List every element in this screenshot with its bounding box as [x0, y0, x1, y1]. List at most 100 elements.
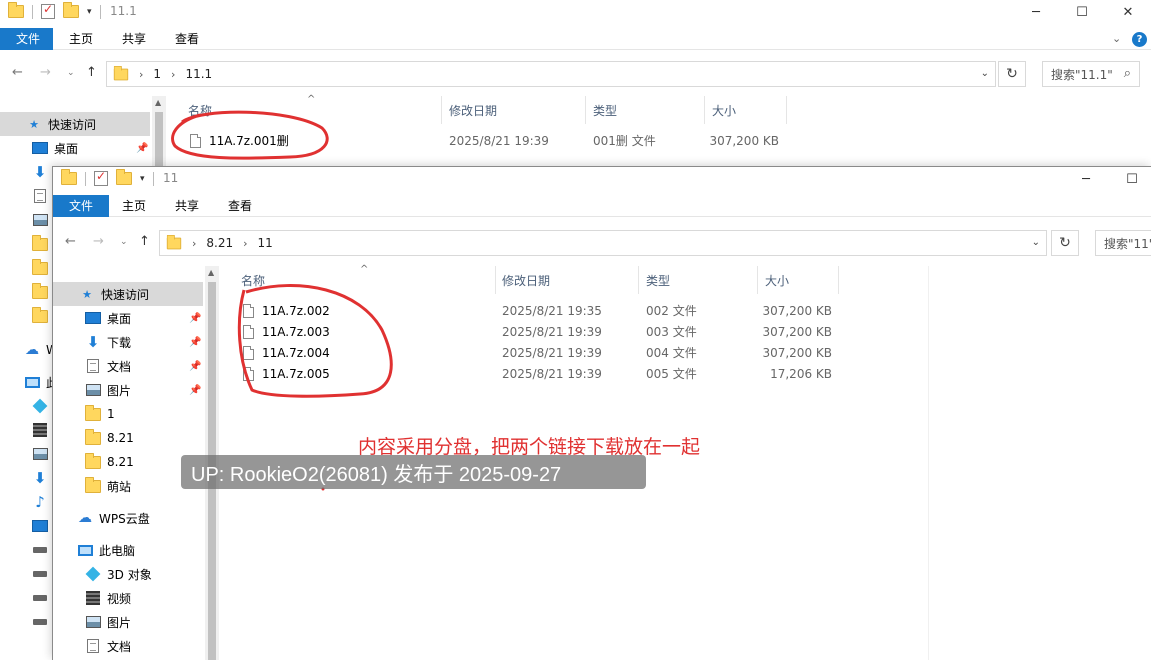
address-bar[interactable]: › 8.21 › 11 ⌄ — [159, 230, 1047, 256]
column-divider[interactable] — [704, 96, 705, 124]
tab-share[interactable]: 共享 — [163, 195, 211, 217]
recent-dropdown-icon[interactable]: ⌄ — [67, 68, 75, 78]
sidebar-item-drive[interactable] — [0, 610, 54, 634]
sidebar-item-pictures[interactable]: 图片 📌 — [53, 378, 203, 402]
quick-access-dropdown-icon[interactable]: ▾ — [140, 174, 145, 184]
sidebar-item-desktop[interactable]: 桌面 📌 — [53, 306, 203, 330]
column-divider[interactable] — [757, 266, 758, 294]
column-header-size[interactable]: 大小 — [712, 102, 736, 119]
column-header-modified[interactable]: 修改日期 — [502, 272, 550, 289]
table-row[interactable]: 11A.7z.003 2025/8/21 19:39 003 文件 307,20… — [219, 321, 1151, 342]
sidebar-item-quick-access[interactable]: ★ 快速访问 — [53, 282, 203, 306]
column-header-type[interactable]: 类型 — [593, 102, 617, 119]
sidebar-item-folder[interactable] — [0, 304, 54, 328]
sidebar-item-folder[interactable]: 1 — [53, 402, 115, 426]
column-header-name[interactable]: 名称 — [241, 272, 265, 289]
quick-access-dropdown-icon[interactable]: ▾ — [87, 7, 92, 17]
sidebar-item-folder[interactable] — [0, 232, 54, 256]
column-header-size[interactable]: 大小 — [765, 272, 789, 289]
sidebar-item-documents[interactable]: 文档 — [53, 634, 131, 658]
sidebar-item-downloads[interactable]: ⬇ — [0, 160, 54, 184]
search-icon[interactable]: ⌕ — [1124, 66, 1131, 81]
sidebar-item-documents[interactable]: 文档 📌 — [53, 354, 203, 378]
forward-arrow-icon[interactable]: → — [40, 65, 51, 80]
sidebar-item-pictures[interactable] — [0, 442, 54, 466]
scroll-up-icon[interactable]: ▲ — [155, 98, 161, 107]
sidebar-item-3d-objects[interactable]: 3D 对象 — [53, 562, 152, 586]
sidebar-item-this-pc[interactable]: 此 — [0, 370, 58, 394]
maximize-icon[interactable]: ☐ — [1059, 0, 1105, 24]
minimize-icon[interactable]: ─ — [1013, 0, 1059, 24]
sidebar-item-videos[interactable] — [0, 418, 54, 442]
sidebar-item-documents[interactable] — [0, 184, 54, 208]
properties-icon[interactable] — [94, 169, 108, 186]
up-arrow-icon[interactable]: ↑ — [139, 234, 150, 249]
table-row[interactable]: 11A.7z.004 2025/8/21 19:39 004 文件 307,20… — [219, 342, 1151, 363]
table-row[interactable]: 11A.7z.002 2025/8/21 19:35 002 文件 307,20… — [219, 300, 1151, 321]
refresh-button[interactable]: ↻ — [998, 61, 1026, 87]
table-row[interactable]: 11A.7z.005 2025/8/21 19:39 005 文件 17,206… — [219, 363, 1151, 384]
breadcrumb-item[interactable]: 1 — [153, 67, 161, 81]
forward-arrow-icon[interactable]: → — [93, 234, 104, 249]
help-icon[interactable]: ? — [1132, 32, 1147, 47]
sidebar-item-3d-objects[interactable] — [0, 394, 54, 418]
chevron-right-icon[interactable]: › — [171, 68, 175, 81]
sidebar-item-downloads[interactable]: ⬇ 下载 📌 — [53, 330, 203, 354]
breadcrumb-item[interactable]: 11.1 — [185, 67, 212, 81]
column-divider[interactable] — [838, 266, 839, 294]
pin-icon[interactable]: 📌 — [189, 337, 201, 348]
sidebar-item-folder[interactable]: 8.21 — [53, 426, 134, 450]
sidebar-item-folder[interactable] — [0, 256, 54, 280]
sidebar-item-quick-access[interactable]: ★ 快速访问 — [0, 112, 150, 136]
sidebar-item-music[interactable]: ♪ — [0, 490, 54, 514]
breadcrumb-item[interactable]: 11 — [258, 236, 273, 250]
address-dropdown-icon[interactable]: ⌄ — [981, 68, 989, 79]
column-divider[interactable] — [441, 96, 442, 124]
sidebar-item-wps-cloud[interactable]: ☁ WPS云盘 — [53, 506, 150, 530]
new-folder-icon[interactable] — [63, 2, 79, 18]
sidebar-item-this-pc[interactable]: 此电脑 — [53, 538, 135, 562]
column-divider[interactable] — [585, 96, 586, 124]
properties-icon[interactable] — [41, 2, 55, 19]
sidebar-item-downloads[interactable]: ⬇ — [0, 466, 54, 490]
sidebar-item-folder[interactable] — [0, 280, 54, 304]
column-header-type[interactable]: 类型 — [646, 272, 670, 289]
chevron-right-icon[interactable]: › — [243, 237, 247, 250]
sidebar-item-desktop[interactable] — [0, 514, 54, 538]
recent-dropdown-icon[interactable]: ⌄ — [120, 237, 128, 247]
refresh-button[interactable]: ↻ — [1051, 230, 1079, 256]
sidebar-item-pictures[interactable]: 图片 — [53, 610, 131, 634]
tab-file[interactable]: 文件 — [0, 28, 53, 50]
chevron-right-icon[interactable]: › — [139, 68, 143, 81]
column-header-name[interactable]: 名称 — [188, 102, 212, 119]
sidebar-item-folder[interactable]: 8.21 — [53, 450, 134, 474]
breadcrumb-item[interactable]: 8.21 — [206, 236, 233, 250]
tab-home[interactable]: 主页 — [57, 28, 105, 50]
sidebar-item-desktop[interactable]: 桌面 📌 — [0, 136, 150, 160]
sidebar-item-drive[interactable] — [0, 562, 54, 586]
tab-share[interactable]: 共享 — [110, 28, 158, 50]
tab-home[interactable]: 主页 — [110, 195, 158, 217]
sidebar-item-drive[interactable] — [0, 586, 54, 610]
address-dropdown-icon[interactable]: ⌄ — [1032, 237, 1040, 248]
scroll-up-icon[interactable]: ▲ — [208, 268, 214, 277]
column-divider[interactable] — [495, 266, 496, 294]
address-bar[interactable]: › 1 › 11.1 ⌄ — [106, 61, 996, 87]
sidebar-item-wps-cloud[interactable]: ☁ W — [0, 338, 58, 362]
back-arrow-icon[interactable]: ← — [12, 65, 23, 80]
search-input[interactable]: 搜索"11.1" ⌕ — [1042, 61, 1140, 87]
tab-view[interactable]: 查看 — [216, 195, 264, 217]
column-divider[interactable] — [638, 266, 639, 294]
column-divider[interactable] — [786, 96, 787, 124]
maximize-icon[interactable]: ☐ — [1109, 167, 1151, 191]
sidebar-item-videos[interactable]: 视频 — [53, 586, 131, 610]
new-folder-icon[interactable] — [116, 169, 132, 185]
back-arrow-icon[interactable]: ← — [65, 234, 76, 249]
chevron-right-icon[interactable]: › — [192, 237, 196, 250]
tab-view[interactable]: 查看 — [163, 28, 211, 50]
expand-ribbon-icon[interactable]: ⌄ — [1112, 32, 1121, 45]
minimize-icon[interactable]: ─ — [1063, 167, 1109, 191]
pin-icon[interactable]: 📌 — [189, 313, 201, 324]
sidebar-item-pictures[interactable] — [0, 208, 54, 232]
pin-icon[interactable]: 📌 — [136, 143, 148, 154]
